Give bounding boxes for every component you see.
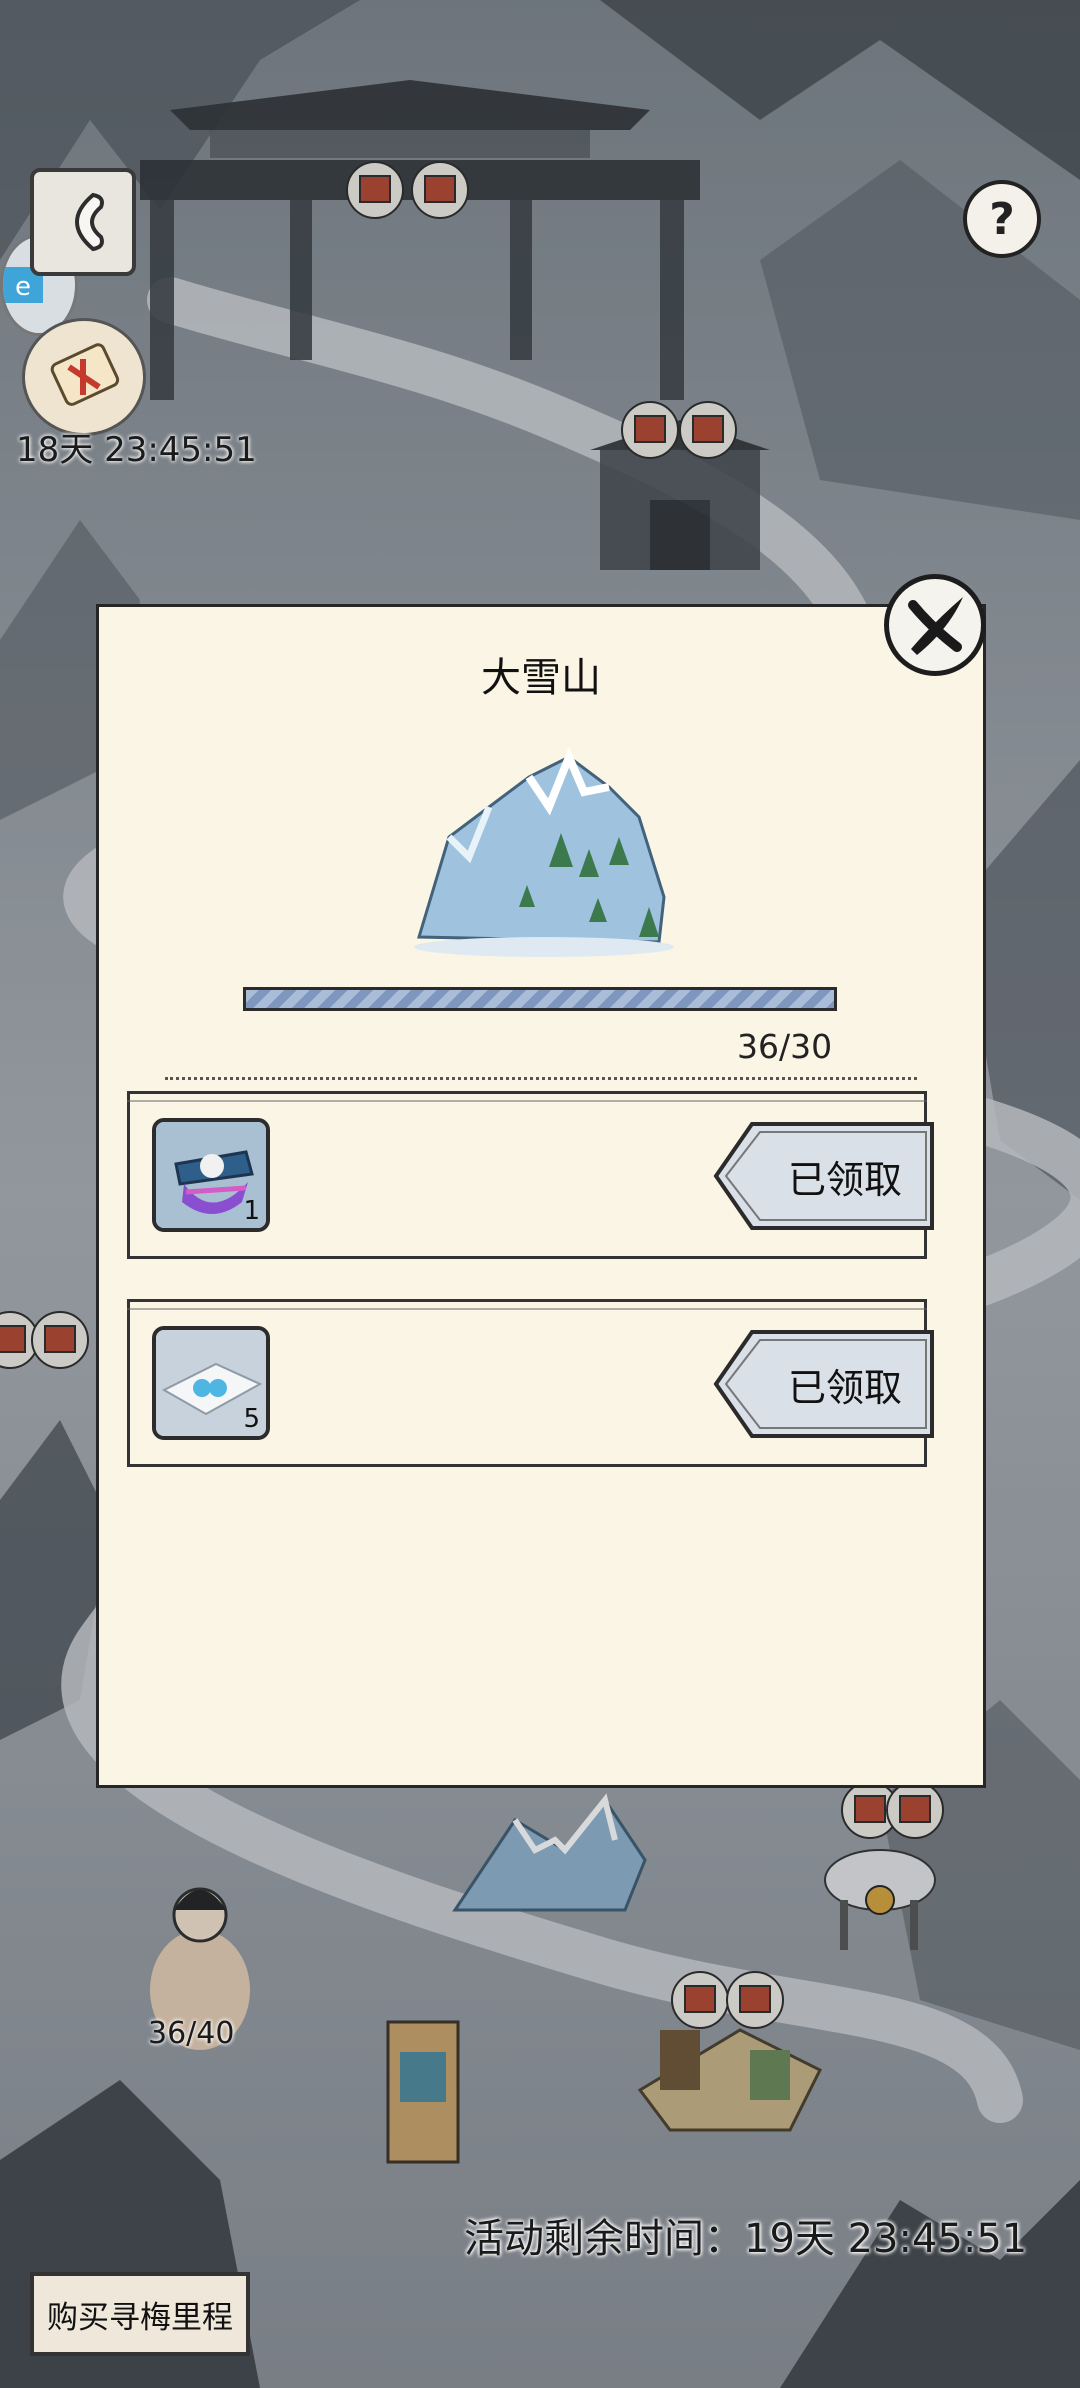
buy-mileage-button[interactable]: 购买寻梅里程 [30, 2272, 250, 2356]
snow-mountain-illustration [414, 747, 674, 957]
remaining-time-value: 19天 23:45:51 [744, 2216, 1028, 2262]
reward-row-1: 1 已领取 [127, 1091, 934, 1259]
remaining-time-prefix: 活动剩余时间： [464, 2216, 744, 2262]
reward-quantity: 5 [243, 1404, 260, 1434]
claimed-button-label: 已领取 [787, 1365, 902, 1410]
chevron-left-icon [75, 192, 104, 252]
event-timer-label: 18天 23:45:51 [16, 430, 257, 470]
divider [165, 1077, 917, 1080]
reward-row-2: 5 已领取 [127, 1299, 934, 1467]
progress-count: 36/30 [737, 1027, 833, 1066]
close-button[interactable] [884, 574, 986, 676]
reward-popup: 大雪山 36/30 1 已领取 5 已领取 [96, 604, 986, 1788]
progress-bar [243, 987, 837, 1011]
back-button[interactable] [30, 168, 136, 276]
svg-text:e: e [15, 272, 31, 302]
claimed-button[interactable]: 已领取 [712, 1328, 936, 1440]
reward-item-slot[interactable]: 1 [152, 1118, 270, 1232]
claimed-button[interactable]: 已领取 [712, 1120, 936, 1232]
question-mark-icon: ? [989, 193, 1015, 245]
progress-bar-fill [246, 990, 834, 1008]
scroll-event-icon[interactable] [22, 318, 146, 436]
reward-item-slot[interactable]: 5 [152, 1326, 270, 1440]
claimed-button-label: 已领取 [787, 1157, 902, 1202]
player-progress-label: 36/40 [148, 2016, 235, 2051]
popup-title: 大雪山 [481, 655, 601, 701]
remaining-time-label: 活动剩余时间：19天 23:45:51 [464, 2206, 1027, 2264]
close-icon [908, 597, 963, 655]
help-button[interactable]: ? [963, 180, 1041, 258]
reward-quantity: 1 [243, 1196, 260, 1226]
